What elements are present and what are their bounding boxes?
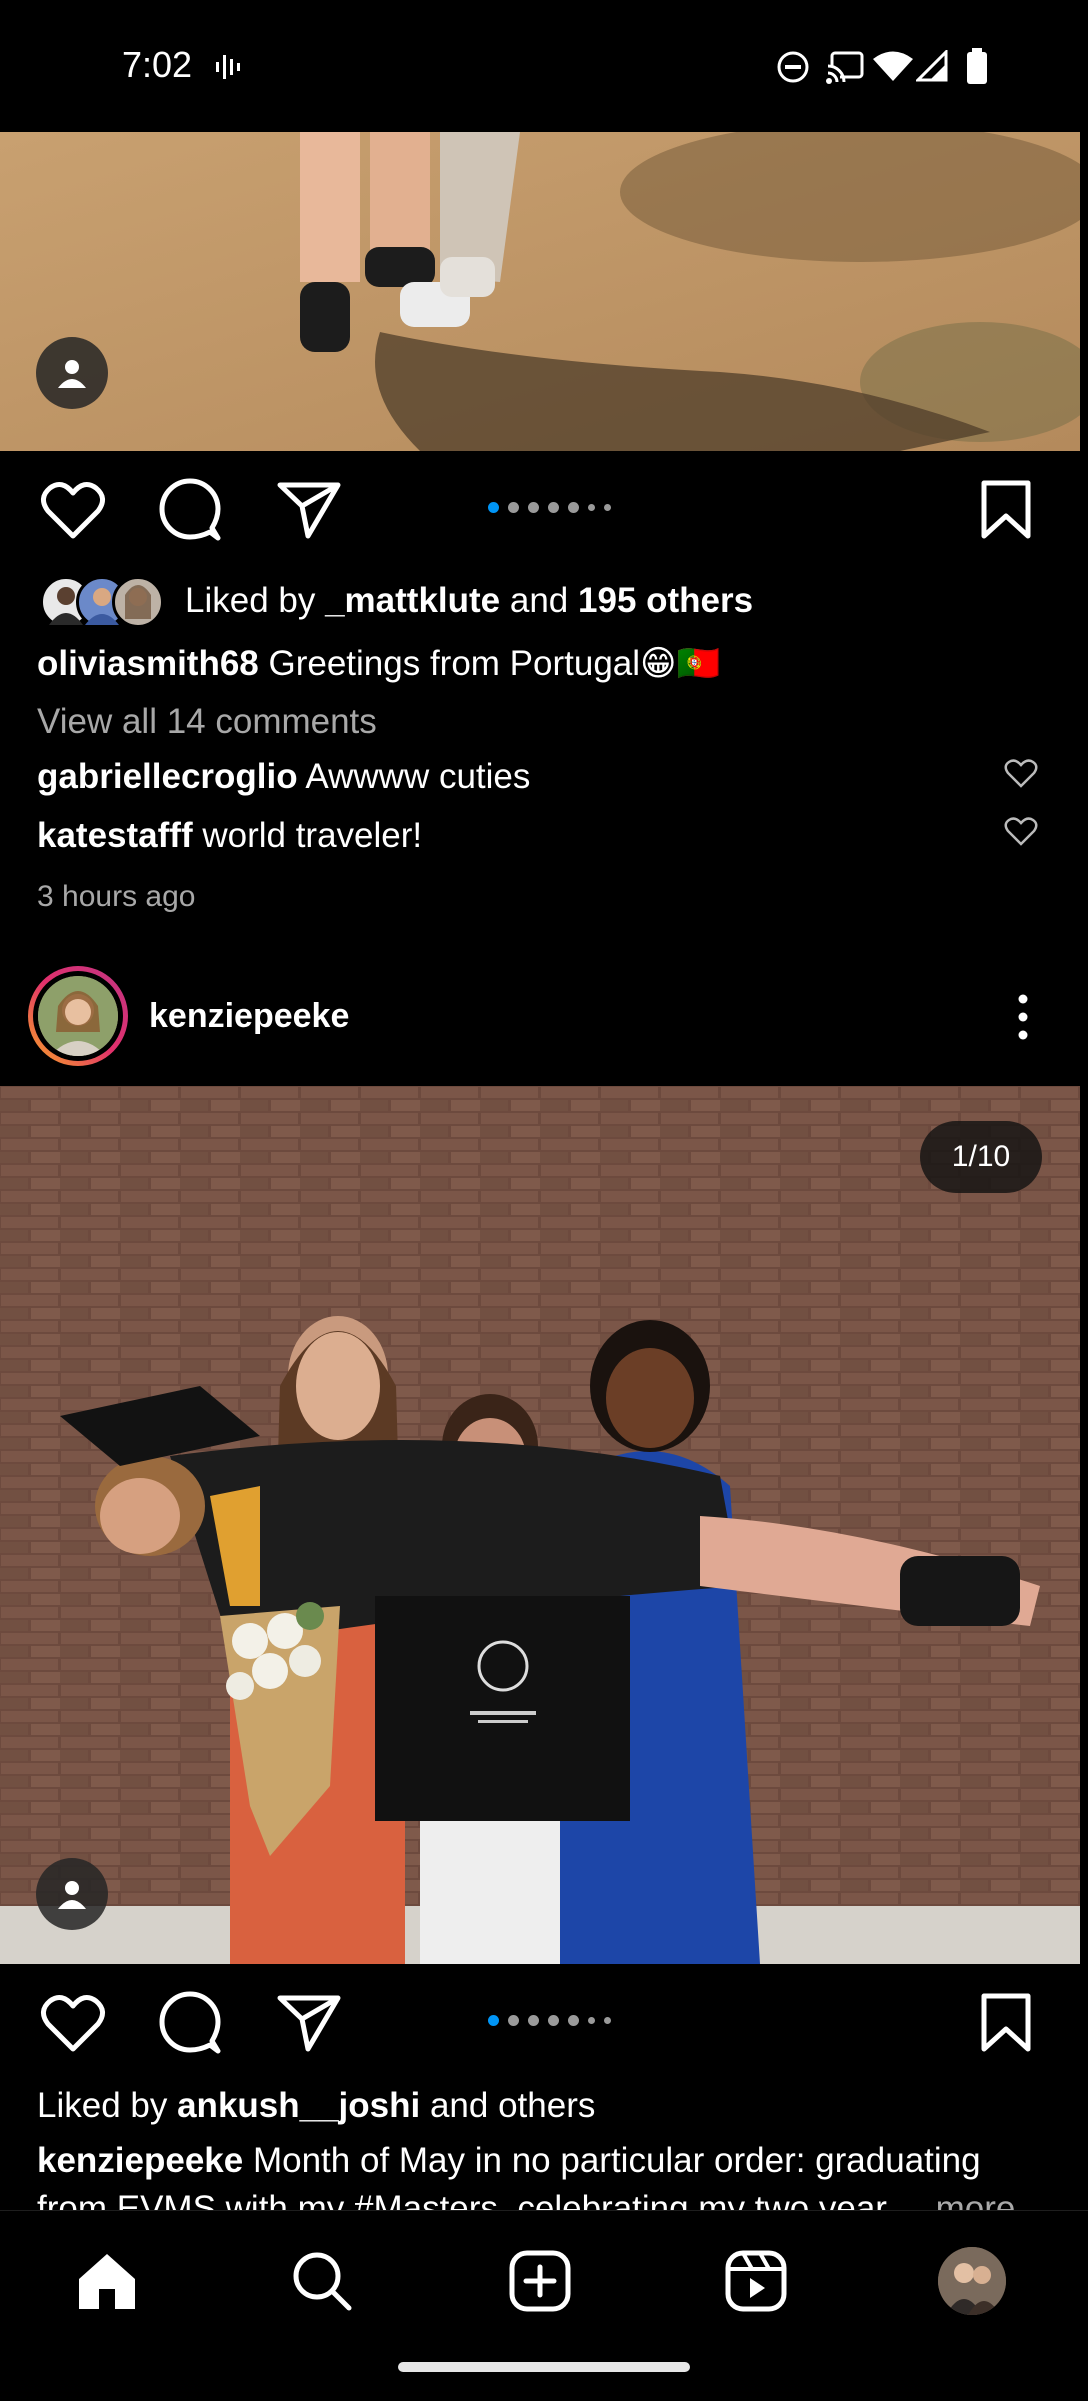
comment-username[interactable]: gabriellecroglio xyxy=(37,757,298,796)
caption-text: Greetings from Portugal😁🇵🇹 xyxy=(258,644,721,683)
tagged-users-button[interactable] xyxy=(36,1858,108,1930)
comment-text: Awwww cuties xyxy=(297,757,531,796)
share-button[interactable] xyxy=(276,480,342,540)
home-icon xyxy=(79,2254,135,2309)
carousel-indicator xyxy=(488,2015,611,2026)
caption-text: Month of May in no particular order: gra… xyxy=(243,2141,981,2180)
comment-text: world traveler! xyxy=(192,816,423,855)
comment-like-button[interactable] xyxy=(1004,759,1038,794)
carousel-dot xyxy=(568,2015,579,2026)
likes-count[interactable]: 195 others xyxy=(578,581,753,620)
caption-username[interactable]: oliviasmith68 xyxy=(37,644,259,683)
photo-sandy-ground xyxy=(0,132,1080,451)
like-button[interactable] xyxy=(40,1993,106,2053)
carousel-indicator xyxy=(488,502,611,513)
view-all-comments-link[interactable]: View all 14 comments xyxy=(37,701,377,743)
save-button[interactable] xyxy=(980,1993,1032,2053)
liker-avatars[interactable] xyxy=(40,574,170,628)
carousel-dot xyxy=(568,502,579,513)
like-button[interactable] xyxy=(40,480,106,540)
comment-bubble-icon xyxy=(159,478,221,541)
search-icon xyxy=(293,2252,352,2311)
post-username[interactable]: kenziepeeke xyxy=(149,995,349,1037)
post-caption: oliviasmith68 Greetings from Portugal😁🇵🇹 xyxy=(37,643,720,685)
comment-bubble-icon xyxy=(159,1991,221,2054)
wifi-icon xyxy=(873,51,913,81)
battery-icon xyxy=(967,48,987,84)
send-paper-plane-icon xyxy=(277,1995,341,2052)
carousel-dot xyxy=(588,504,595,511)
carousel-dot xyxy=(588,2017,595,2024)
liker-username[interactable]: ankush__joshi xyxy=(177,2086,420,2125)
bookmark-icon xyxy=(981,480,1031,539)
carousel-dot xyxy=(508,2015,519,2026)
avatar xyxy=(38,976,118,1056)
carousel-dot xyxy=(548,502,559,513)
comment-row: gabriellecroglio Awwww cuties xyxy=(37,756,530,798)
nav-search-button[interactable] xyxy=(282,2241,362,2321)
status-time: 7:02 xyxy=(122,44,193,85)
carousel-dot xyxy=(508,502,519,513)
carousel-dot xyxy=(528,502,539,513)
nav-profile-button[interactable] xyxy=(932,2241,1012,2321)
cast-icon xyxy=(826,51,864,84)
carousel-dot xyxy=(604,2017,611,2024)
person-icon xyxy=(58,360,86,388)
carousel-dot xyxy=(548,2015,559,2026)
carousel-dot xyxy=(488,2015,499,2026)
reels-icon xyxy=(725,2250,787,2312)
gesture-home-bar[interactable] xyxy=(398,2362,690,2372)
comment-username[interactable]: katestafff xyxy=(37,816,193,855)
comment-button[interactable] xyxy=(158,1991,222,2055)
post-caption: kenziepeeke Month of May in no particula… xyxy=(37,2140,981,2182)
profile-avatar xyxy=(938,2247,1006,2315)
tagged-users-button[interactable] xyxy=(36,337,108,409)
bookmark-icon xyxy=(981,1993,1031,2052)
bottom-navigation xyxy=(0,2210,1088,2401)
heart-icon xyxy=(41,481,105,539)
do-not-disturb-icon xyxy=(777,51,809,83)
post-timestamp: 3 hours ago xyxy=(37,880,196,913)
story-avatar[interactable] xyxy=(28,966,128,1066)
send-paper-plane-icon xyxy=(277,482,341,539)
comment-button[interactable] xyxy=(158,478,222,542)
carousel-dot xyxy=(604,504,611,511)
cellular-signal-icon xyxy=(916,50,948,82)
heart-outline-icon xyxy=(1004,817,1038,846)
comment-row: katestafff world traveler! xyxy=(37,815,422,857)
heart-icon xyxy=(41,1994,105,2052)
avatar xyxy=(112,576,164,628)
carousel-dot xyxy=(528,2015,539,2026)
status-bar: 7:02 xyxy=(0,0,1088,132)
sound-wave-icon xyxy=(216,55,240,79)
comment-like-button[interactable] xyxy=(1004,817,1038,852)
carousel-counter: 1/10 xyxy=(920,1121,1042,1193)
nav-create-button[interactable] xyxy=(500,2241,580,2321)
create-icon xyxy=(509,2250,571,2312)
caption-username[interactable]: kenziepeeke xyxy=(37,2141,243,2180)
nav-reels-button[interactable] xyxy=(716,2241,796,2321)
likes-summary[interactable]: Liked by _mattklute and 195 others xyxy=(185,580,753,622)
person-icon xyxy=(58,1881,86,1909)
post-photo[interactable] xyxy=(0,132,1080,451)
likes-summary[interactable]: Liked by ankush__joshi and others xyxy=(37,2085,595,2127)
three-dots-vertical-icon xyxy=(1018,994,1028,1040)
liker-username[interactable]: _mattklute xyxy=(325,581,500,620)
save-button[interactable] xyxy=(980,480,1032,540)
post-photo[interactable]: 1/10 xyxy=(0,1086,1080,1964)
more-options-button[interactable] xyxy=(1008,993,1038,1046)
photo-graduation-group xyxy=(0,1086,1080,1964)
nav-home-button[interactable] xyxy=(67,2241,147,2321)
heart-outline-icon xyxy=(1004,759,1038,788)
share-button[interactable] xyxy=(276,1993,342,2053)
carousel-dot xyxy=(488,502,499,513)
